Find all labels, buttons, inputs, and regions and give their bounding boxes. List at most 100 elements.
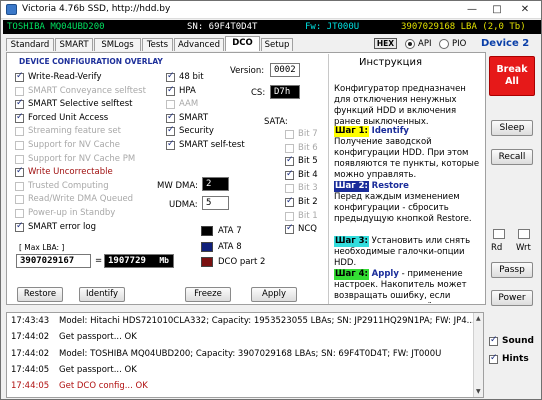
tab-smlogs[interactable]: SMLogs — [94, 38, 141, 51]
hints-checkbox[interactable] — [489, 353, 498, 364]
log-time: 17:44:02 — [11, 348, 50, 359]
mw-dma-value[interactable]: 2 — [202, 177, 229, 191]
step-text: Перед каждым изменением конфигурации - с… — [334, 192, 472, 224]
power-button[interactable]: Power — [491, 290, 533, 306]
log-message: Model: Hitachi HDS721010CLA332; Capacity… — [59, 316, 475, 326]
hex-toggle-button[interactable]: HEX — [374, 38, 397, 49]
max-lba-input[interactable]: 3907029167 — [16, 254, 91, 268]
dco-option-label: Power-up in Standby — [28, 208, 116, 218]
maximize-icon[interactable]: □ — [485, 3, 509, 17]
hints-label: Hints — [502, 354, 529, 364]
close-icon[interactable]: ✕ — [511, 3, 539, 17]
cs-value: D7h — [270, 85, 300, 99]
sata-option-checkbox[interactable] — [285, 155, 294, 167]
identify-button[interactable]: Identify — [79, 287, 125, 302]
sata-option-label: Bit 4 — [298, 169, 318, 180]
feature-option-checkbox[interactable] — [166, 85, 175, 96]
sata-option-label: NCQ — [298, 224, 317, 235]
tab-advanced[interactable]: Advanced — [174, 38, 224, 51]
dco-option-checkbox[interactable] — [15, 71, 24, 82]
step-tag: Шаг 4: — [334, 269, 369, 280]
dco-option-label: SMART error log — [28, 221, 96, 232]
feature-option-checkbox[interactable] — [166, 125, 175, 137]
sata-option-label: Bit 6 — [298, 142, 318, 153]
scroll-up-icon[interactable]: ▲ — [476, 315, 481, 322]
feature-option-label: SMART self-test — [179, 140, 245, 150]
sleep-button[interactable]: Sleep — [491, 120, 533, 136]
feature-option-checkbox[interactable] — [166, 139, 175, 150]
legend-label: DCO part 2 — [218, 257, 266, 267]
step-name: Apply — [371, 269, 399, 279]
sata-option-label: Bit 5 — [298, 156, 318, 167]
step-text: Получение заводской конфигурации HDD. Пр… — [334, 137, 480, 180]
device-label: Device 2 — [481, 38, 530, 49]
title-bar[interactable]: Victoria 4.76b SSD, http://hdd.by — □ ✕ — [1, 1, 541, 19]
sata-option-label: Bit 3 — [298, 183, 318, 194]
tab-dco[interactable]: DCO — [225, 36, 260, 51]
log-scrollbar[interactable]: ▲ ▼ — [473, 313, 483, 397]
dco-option-label: Read/Write DMA Queued — [28, 194, 134, 205]
instructions-intro: Конфигуратор предназначен для отключения… — [334, 84, 466, 127]
sata-option-label: Bit 1 — [298, 210, 318, 221]
pio-radio[interactable] — [439, 39, 449, 49]
recall-button[interactable]: Recall — [491, 149, 533, 165]
dco-option-checkbox[interactable] — [15, 112, 24, 123]
drive-info-bar: TOSHIBA MQ04UBD200 SN: 69F4T0D4T Fw: JT0… — [3, 20, 541, 34]
break-all-button[interactable]: Break All — [489, 56, 535, 96]
dco-option-label: Support for NV Cache PM — [28, 153, 136, 164]
app-window: Victoria 4.76b SSD, http://hdd.by — □ ✕ … — [0, 0, 542, 400]
dco-option-label: Streaming feature set — [28, 126, 121, 137]
instruction-step: Шаг 2: Restore Перед каждым изменением к… — [334, 181, 484, 225]
dco-option-checkbox — [15, 127, 24, 137]
api-radio[interactable] — [405, 39, 415, 49]
dco-option-checkbox[interactable] — [15, 166, 24, 178]
tab-tests[interactable]: Tests — [142, 38, 173, 51]
log-message: Get passport... OK — [59, 364, 137, 375]
apply-button[interactable]: Apply — [251, 287, 297, 302]
freeze-button[interactable]: Freeze — [185, 287, 231, 302]
sata-option-checkbox[interactable] — [285, 169, 294, 180]
tab-setup[interactable]: Setup — [261, 38, 293, 51]
restore-button[interactable]: Restore — [17, 287, 63, 302]
feature-option-label: HPA — [179, 85, 196, 96]
feature-option-label: AAM — [179, 99, 199, 110]
feature-option-checkbox[interactable] — [166, 71, 175, 82]
sata-option-label: Bit 2 — [298, 197, 318, 207]
tab-standard[interactable]: Standard — [6, 38, 54, 51]
dco-option-checkbox[interactable] — [15, 221, 24, 232]
udma-value[interactable]: 5 — [202, 196, 229, 210]
sata-option-checkbox[interactable] — [285, 223, 294, 235]
scroll-down-icon[interactable]: ▼ — [476, 388, 481, 395]
feature-option-label: 48 bit — [179, 72, 204, 82]
dco-option-checkbox[interactable] — [15, 98, 24, 110]
dco-option-checkbox — [15, 181, 24, 191]
minimize-icon[interactable]: — — [460, 3, 484, 17]
wrt-label: Wrt — [516, 243, 531, 253]
dco-option-checkbox — [15, 154, 24, 164]
sata-option-checkbox[interactable] — [285, 196, 294, 207]
max-lba-mb-number: 1907729 — [108, 256, 146, 266]
legend-label: ATA 7 — [218, 226, 242, 236]
drive-serial: SN: 69F4T0D4T — [187, 22, 258, 32]
log-message: Model: TOSHIBA MQ04UBD200; Capacity: 390… — [59, 348, 442, 359]
log-row: 17:44:05 Get DCO config... OK — [11, 381, 148, 391]
step-tag: Шаг 2: — [334, 181, 369, 192]
instructions-title: Инструкция — [359, 57, 422, 68]
drive-firmware: Fw: JT000U — [305, 22, 360, 32]
log-time: 17:44:05 — [11, 381, 50, 392]
log-panel[interactable]: 17:43:43 Model: Hitachi HDS721010CLA332; … — [6, 312, 484, 398]
instruction-step: Шаг 4: Apply - применение настроек. Нако… — [334, 269, 484, 304]
dco-option-checkbox — [15, 141, 24, 150]
cs-label: CS: — [251, 88, 266, 98]
feature-option-checkbox[interactable] — [166, 112, 175, 123]
tab-smart[interactable]: SMART — [55, 38, 93, 51]
dco-option-checkbox — [15, 195, 24, 205]
sound-checkbox[interactable] — [489, 335, 498, 346]
instruction-step: Шаг 3: Установить или снять необходимые … — [334, 236, 484, 269]
passp-button[interactable]: Passp — [491, 262, 533, 278]
app-icon — [6, 4, 17, 15]
wrt-indicator — [518, 229, 530, 239]
sata-option-checkbox — [285, 211, 294, 221]
dco-option-label: Trusted Computing — [28, 180, 109, 191]
feature-option-checkbox — [166, 100, 175, 110]
